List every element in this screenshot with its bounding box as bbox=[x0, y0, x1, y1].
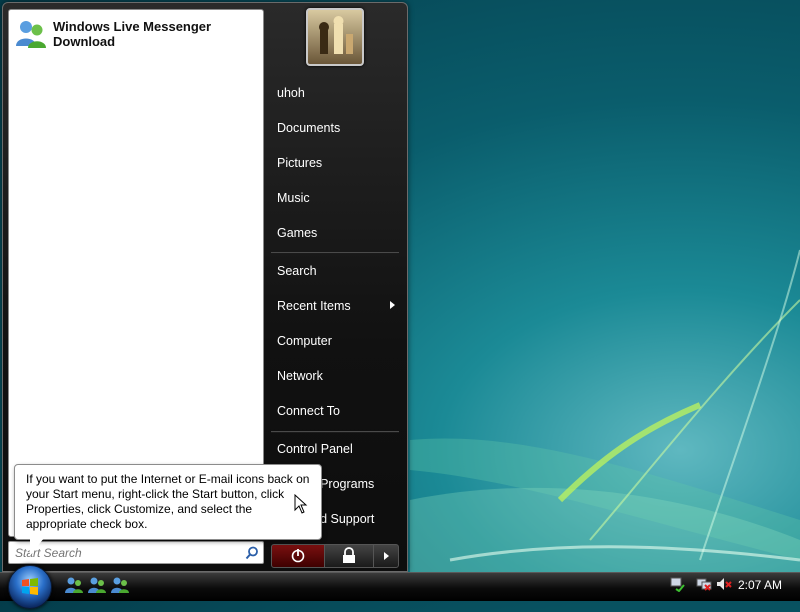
chess-pieces-icon bbox=[319, 16, 353, 54]
tooltip-balloon: If you want to put the Internet or E-mai… bbox=[14, 464, 322, 540]
start-menu-item-recent-items[interactable]: Recent Items bbox=[273, 293, 403, 319]
mouse-pointer-icon bbox=[294, 493, 308, 518]
start-menu-programs-pane: Windows Live Messenger Download bbox=[8, 9, 264, 537]
windows-logo-icon bbox=[22, 578, 38, 595]
quick-launch-messenger-1[interactable] bbox=[64, 576, 84, 594]
shutdown-options-button[interactable] bbox=[373, 544, 399, 568]
start-menu-item-search[interactable]: Search bbox=[273, 258, 403, 284]
start-menu-item-control-panel[interactable]: Control Panel bbox=[273, 436, 403, 462]
lock-button[interactable] bbox=[324, 544, 374, 568]
arrow-right-icon bbox=[384, 552, 389, 560]
start-menu-item-network[interactable]: Network bbox=[273, 363, 403, 389]
pinned-item-messenger-download[interactable]: Windows Live Messenger Download bbox=[13, 16, 257, 52]
search-icon[interactable] bbox=[245, 545, 259, 564]
quick-launch-messenger-2[interactable] bbox=[87, 576, 107, 594]
power-button[interactable] bbox=[271, 544, 325, 568]
recent-items-label: Recent Items bbox=[277, 299, 351, 313]
separator bbox=[271, 431, 399, 433]
start-button[interactable] bbox=[8, 565, 52, 609]
tooltip-text: If you want to put the Internet or E-mai… bbox=[26, 472, 310, 531]
start-menu-item-computer[interactable]: Computer bbox=[273, 328, 403, 354]
start-menu-item-documents[interactable]: Documents bbox=[273, 115, 403, 141]
submenu-arrow-icon bbox=[390, 301, 395, 309]
power-icon bbox=[291, 549, 305, 563]
volume-muted-icon[interactable] bbox=[716, 576, 732, 592]
separator bbox=[271, 252, 399, 254]
start-menu-item-user-folder[interactable]: uhoh bbox=[273, 80, 403, 106]
lock-icon bbox=[343, 547, 355, 563]
start-menu-item-connect-to[interactable]: Connect To bbox=[273, 398, 403, 424]
messenger-icon bbox=[111, 577, 129, 593]
taskbar-clock[interactable]: 2:07 AM bbox=[738, 578, 782, 592]
messenger-icon bbox=[65, 577, 83, 593]
network-icon[interactable] bbox=[669, 576, 685, 592]
messenger-icon bbox=[88, 577, 106, 593]
start-search-box[interactable] bbox=[8, 541, 264, 564]
start-menu-item-music[interactable]: Music bbox=[273, 185, 403, 211]
tooltip-tail bbox=[30, 538, 44, 556]
network-disconnected-icon[interactable] bbox=[696, 576, 712, 592]
quick-launch-messenger-3[interactable] bbox=[110, 576, 130, 594]
pinned-item-label: Windows Live Messenger Download bbox=[53, 19, 212, 49]
user-picture[interactable] bbox=[306, 8, 364, 66]
start-menu-item-pictures[interactable]: Pictures bbox=[273, 150, 403, 176]
start-search-input[interactable] bbox=[13, 543, 239, 562]
messenger-icon bbox=[13, 18, 49, 50]
start-menu-item-games[interactable]: Games bbox=[273, 220, 403, 246]
